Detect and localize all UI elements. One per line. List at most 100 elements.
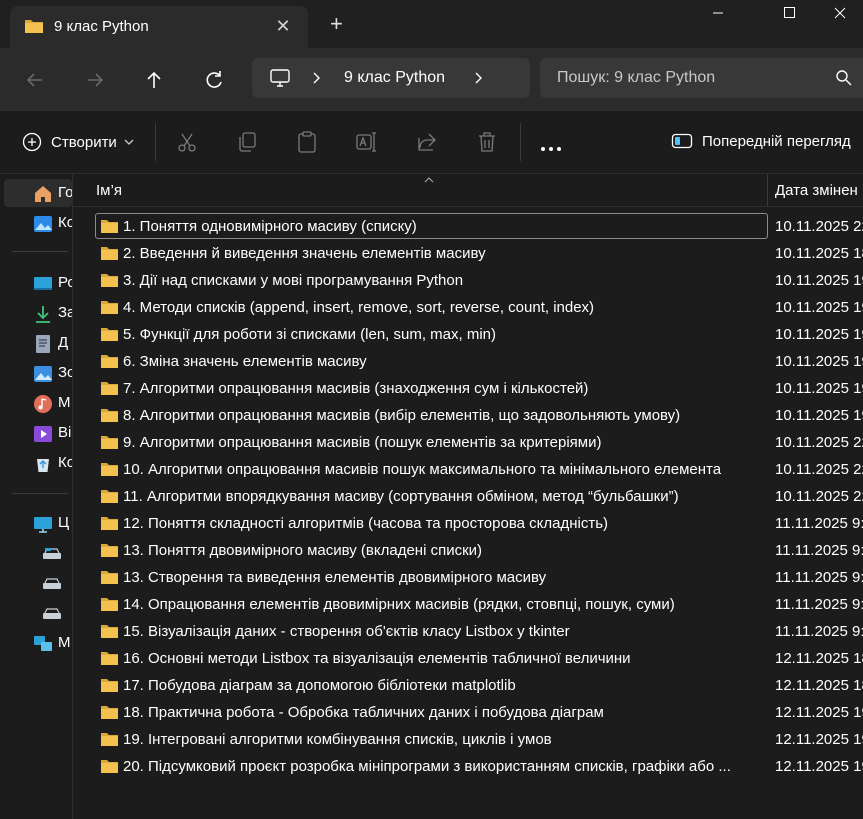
search-input[interactable]: Пошук: 9 клас Python [540, 58, 863, 98]
list-item[interactable]: 7. Алгоритми опрацювання масивів (знаход… [73, 375, 863, 402]
sidebar-item-this-pc[interactable]: Ц [0, 509, 72, 537]
file-name: 9. Алгоритми опрацювання масивів (пошук … [123, 434, 602, 451]
sidebar-item-drive[interactable] [0, 539, 72, 567]
rename-button[interactable] [355, 130, 379, 154]
music-icon [33, 394, 52, 413]
list-item[interactable]: 10. Алгоритми опрацювання масивів пошук … [73, 456, 863, 483]
search-placeholder: Пошук: 9 клас Python [557, 69, 716, 86]
paste-button[interactable] [295, 130, 319, 154]
list-item[interactable]: 19. Інтегровані алгоритми комбінування с… [73, 726, 863, 753]
list-item[interactable]: 12. Поняття складності алгоритмів (часов… [73, 510, 863, 537]
folder-icon [100, 758, 119, 779]
file-name: 16. Основні методи Listbox та візуалізац… [123, 650, 631, 667]
file-name: 5. Функції для роботи зі списками (len, … [123, 326, 497, 343]
new-button[interactable]: Створити [22, 131, 137, 153]
address-path[interactable]: 9 клас Python [344, 69, 445, 87]
documents-icon [33, 334, 51, 353]
folder-icon [100, 488, 119, 509]
minimize-button[interactable] [695, 0, 741, 30]
file-name: 14. Опрацювання елементів двовимірних ма… [123, 596, 675, 613]
folder-icon [100, 245, 119, 266]
sidebar-item-network[interactable]: М [0, 629, 72, 657]
chevron-down-icon [124, 139, 134, 145]
sidebar-item-label: Ро [58, 274, 72, 291]
list-item[interactable]: 3. Дії над списками у мові програмування… [73, 267, 863, 294]
delete-button[interactable] [475, 130, 499, 154]
sidebar-item-pictures[interactable]: Зо [0, 359, 72, 387]
maximize-button[interactable] [766, 0, 812, 30]
refresh-button[interactable] [199, 65, 229, 95]
folder-icon [100, 650, 119, 671]
sidebar-item-label: М [58, 394, 71, 411]
tab-active[interactable]: 9 клас Python ✕ [10, 6, 308, 48]
folder-icon [100, 272, 119, 293]
copy-button[interactable] [235, 130, 259, 154]
back-button[interactable] [20, 65, 50, 95]
preview-pane-button[interactable]: Попередній перегляд [671, 132, 851, 150]
file-name: 4. Методи списків (append, insert, remov… [123, 299, 595, 316]
column-name-header[interactable]: Ім’я [96, 182, 122, 199]
close-window-button[interactable] [817, 0, 863, 30]
chevron-right-icon[interactable] [474, 69, 484, 92]
sidebar-item-label: Зо [58, 364, 72, 381]
list-item[interactable]: 13. Поняття двовимірного масиву (вкладен… [73, 537, 863, 564]
list-item[interactable]: 20. Підсумковий проєкт розробка мініпрог… [73, 753, 863, 780]
sidebar-item-documents[interactable]: Д [0, 329, 72, 357]
list-item[interactable]: 16. Основні методи Listbox та візуалізац… [73, 645, 863, 672]
list-item[interactable]: 8. Алгоритми опрацювання масивів (вибір … [73, 402, 863, 429]
desktop-icon [33, 274, 52, 292]
new-tab-button[interactable]: + [330, 13, 343, 35]
forward-button[interactable] [80, 65, 110, 95]
sidebar-item-videos[interactable]: Ві [0, 419, 72, 447]
list-item[interactable]: 18. Практична робота - Обробка табличних… [73, 699, 863, 726]
address-bar[interactable]: 9 клас Python [252, 58, 530, 98]
sidebar-item-label: За [58, 304, 72, 321]
scissors-icon [178, 133, 196, 152]
folder-icon [100, 542, 119, 563]
date-modified: 11.11.2025 9:5 [775, 623, 863, 640]
more-options-button[interactable] [540, 139, 564, 157]
list-item[interactable]: 5. Функції для роботи зі списками (len, … [73, 321, 863, 348]
list-item[interactable]: 9. Алгоритми опрацювання масивів (пошук … [73, 429, 863, 456]
file-name: 12. Поняття складності алгоритмів (часов… [123, 515, 609, 532]
list-item[interactable]: 13. Створення та виведення елементів дво… [73, 564, 863, 591]
network-icon [33, 634, 52, 652]
list-item[interactable]: 14. Опрацювання елементів двовимірних ма… [73, 591, 863, 618]
column-date-header[interactable]: Дата змінен [775, 182, 858, 199]
date-modified: 12.11.2025 19: [775, 704, 863, 721]
sidebar-item-gallery[interactable]: Ко [0, 209, 72, 237]
share-button[interactable] [415, 130, 439, 154]
list-item[interactable]: 17. Побудова діаграм за допомогою бібліо… [73, 672, 863, 699]
file-name: 20. Підсумковий проєкт розробка мініпрог… [123, 758, 731, 775]
column-resize-handle[interactable] [767, 174, 768, 206]
date-modified: 12.11.2025 19: [775, 731, 863, 748]
list-item[interactable]: 6. Зміна значень елементів масиву 10.11.2… [73, 348, 863, 375]
list-item[interactable]: 2. Введення й виведення значень елементі… [73, 240, 863, 267]
date-modified: 12.11.2025 18: [775, 677, 863, 694]
sidebar-item-music[interactable]: М [0, 389, 72, 417]
file-list: 1. Поняття одновимірного масиву (списку)… [73, 213, 863, 780]
new-button-label: Створити [51, 133, 117, 151]
list-item[interactable]: 15. Візуалізація даних - створення об'єк… [73, 618, 863, 645]
clipboard-icon [298, 131, 316, 153]
toolbar-divider [520, 123, 521, 161]
sort-ascending-icon [423, 171, 435, 189]
close-tab-button[interactable]: ✕ [272, 15, 294, 37]
date-modified: 12.11.2025 18: [775, 650, 863, 667]
list-item[interactable]: 11. Алгоритми впорядкування масиву (сорт… [73, 483, 863, 510]
sidebar-item-home[interactable]: Го [4, 179, 72, 207]
sidebar-item-desktop[interactable]: Ро [0, 269, 72, 297]
sidebar-item-label: Го [58, 184, 72, 201]
sidebar-item-recycle-bin[interactable]: Ко [0, 449, 72, 477]
navigation-pane: Го Ко Ро За Д Зо М Ві Ко Ц М [0, 174, 73, 819]
up-button[interactable] [139, 65, 169, 95]
file-name: 15. Візуалізація даних - створення об'єк… [123, 623, 570, 640]
sidebar-item-drive[interactable] [0, 599, 72, 627]
sidebar-item-downloads[interactable]: За [0, 299, 72, 327]
navigation-bar: 9 клас Python Пошук: 9 клас Python [0, 48, 863, 111]
list-item[interactable]: 1. Поняття одновимірного масиву (списку)… [73, 213, 863, 240]
cut-button[interactable] [175, 130, 199, 154]
sidebar-item-drive[interactable] [0, 569, 72, 597]
chevron-right-icon[interactable] [312, 69, 322, 92]
list-item[interactable]: 4. Методи списків (append, insert, remov… [73, 294, 863, 321]
